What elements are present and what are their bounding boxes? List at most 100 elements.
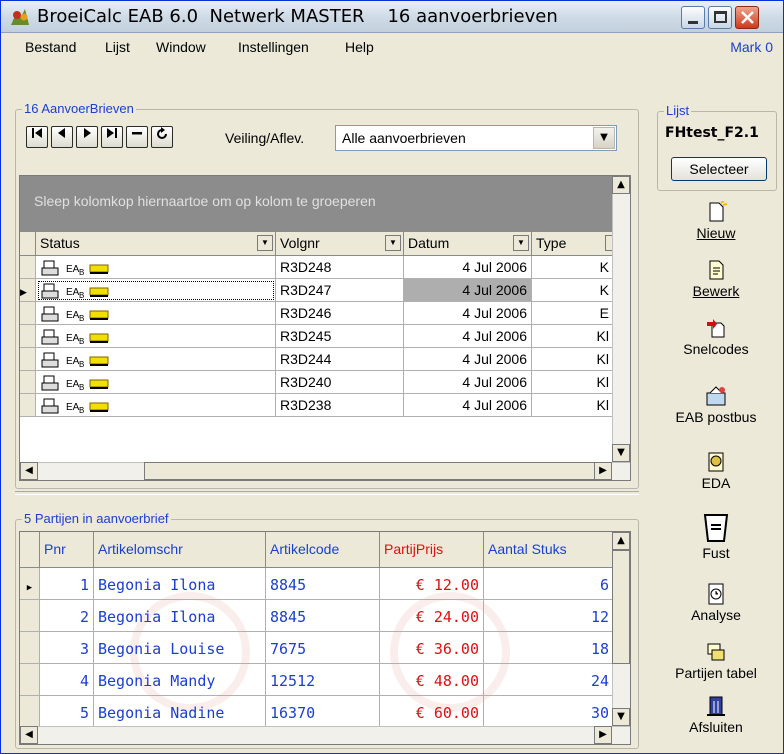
row-selector[interactable] <box>20 632 40 664</box>
column-header-datum[interactable]: Datum ▼ <box>404 232 532 256</box>
table-row[interactable]: EA B R3D248 4 Jul 2006 K <box>20 256 614 279</box>
eda-label: EDA <box>701 475 731 491</box>
menu-window[interactable]: Window <box>156 39 206 55</box>
vertical-scrollbar[interactable]: ▲ ▼ <box>612 176 630 462</box>
row-selector[interactable] <box>20 325 36 348</box>
row-selector[interactable] <box>20 696 40 728</box>
column-header-artikelcode[interactable]: Artikelcode <box>266 532 380 568</box>
title-bar[interactable]: BroeiCalc EAB 6.0 Netwerk MASTER 16 aanv… <box>1 1 783 33</box>
column-header-status[interactable]: Status ▼ <box>36 232 276 256</box>
column-header-artikelomschr[interactable]: Artikelomschr <box>94 532 266 568</box>
table-row[interactable]: 5 Begonia Nadine 16370 € 60.00 30 <box>20 696 614 728</box>
table-row[interactable]: ▶ 1 Begonia Ilona 8845 € 12.00 6 <box>20 568 614 600</box>
horizontal-scrollbar[interactable]: ◀ ▶ <box>20 462 630 480</box>
splitter[interactable] <box>15 491 639 495</box>
column-header-pnr[interactable]: Pnr <box>40 532 94 568</box>
table-row[interactable]: EA B R3D245 4 Jul 2006 Kl <box>20 325 614 348</box>
next-record-button[interactable] <box>76 126 98 148</box>
column-header-volgnr[interactable]: Volgnr ▼ <box>276 232 404 256</box>
nieuw-button[interactable]: Nieuw <box>661 201 771 241</box>
svg-text:EA: EA <box>66 310 80 321</box>
snelcodes-button[interactable]: Snelcodes <box>661 317 771 357</box>
row-selector[interactable] <box>20 302 36 325</box>
type-cell: Kl <box>532 325 614 348</box>
table-row[interactable]: 3 Begonia Louise 7675 € 36.00 18 <box>20 632 614 664</box>
scroll-thumb[interactable] <box>144 462 604 480</box>
scroll-right-icon[interactable]: ▶ <box>594 726 612 744</box>
row-selector[interactable] <box>20 664 40 696</box>
fust-label: Fust <box>702 545 730 561</box>
close-button[interactable] <box>735 6 759 29</box>
horizontal-scrollbar[interactable]: ◀ ▶ <box>20 726 630 744</box>
table-row[interactable]: EA B R3D246 4 Jul 2006 E <box>20 302 614 325</box>
last-record-button[interactable] <box>101 126 123 148</box>
scroll-up-icon[interactable]: ▲ <box>612 532 630 550</box>
chevron-down-icon[interactable]: ▼ <box>593 127 615 149</box>
afsluiten-button[interactable]: Afsluiten <box>661 695 771 735</box>
row-selector[interactable]: ▶ <box>20 568 40 600</box>
column-header-aantal-stuks[interactable]: Aantal Stuks <box>484 532 614 568</box>
table-row[interactable]: ▶ EA B R3D247 4 Jul 2006 K <box>20 279 614 302</box>
svg-text:B: B <box>79 360 84 369</box>
filter-dropdown-icon[interactable]: ▼ <box>257 235 273 251</box>
filter-dropdown-icon[interactable]: ▼ <box>513 235 529 251</box>
row-selector[interactable] <box>20 600 40 632</box>
scroll-up-icon[interactable]: ▲ <box>612 176 630 194</box>
bewerk-button[interactable]: Bewerk <box>661 259 771 299</box>
table-row[interactable]: 2 Begonia Ilona 8845 € 24.00 12 <box>20 600 614 632</box>
row-selector[interactable] <box>20 394 36 417</box>
menu-bestand[interactable]: Bestand <box>25 39 76 55</box>
status-icons: EA B <box>41 329 109 346</box>
scroll-left-icon[interactable]: ◀ <box>20 726 38 744</box>
svg-text:B: B <box>79 406 84 415</box>
eda-button[interactable]: EDA <box>661 451 771 491</box>
scroll-thumb[interactable] <box>612 550 630 664</box>
table-row[interactable]: EA B R3D240 4 Jul 2006 Kl <box>20 371 614 394</box>
column-header-partijprijs[interactable]: PartijPrijs <box>380 532 484 568</box>
row-selector[interactable] <box>20 348 36 371</box>
svg-text:EA: EA <box>66 287 80 298</box>
scroll-left-icon[interactable]: ◀ <box>20 462 38 480</box>
minimize-button[interactable] <box>681 6 705 29</box>
refresh-button[interactable] <box>151 126 173 148</box>
svg-text:B: B <box>79 314 84 323</box>
row-selector[interactable] <box>20 371 36 394</box>
table-row[interactable]: EA B R3D238 4 Jul 2006 Kl <box>20 394 614 417</box>
partijen-tabel-label: Partijen tabel <box>675 665 757 681</box>
volgnr-cell: R3D245 <box>276 325 404 348</box>
scroll-down-icon[interactable]: ▼ <box>612 444 630 462</box>
selecteer-button[interactable]: Selecteer <box>671 157 767 181</box>
close-icon <box>741 11 754 24</box>
menu-instellingen[interactable]: Instellingen <box>238 39 309 55</box>
clock-report-icon <box>708 583 724 605</box>
scroll-down-icon[interactable]: ▼ <box>612 708 630 726</box>
table-row[interactable]: 4 Begonia Mandy 12512 € 48.00 24 <box>20 664 614 696</box>
filter-dropdown-icon[interactable]: ▼ <box>385 235 401 251</box>
menu-lijst[interactable]: Lijst <box>105 39 130 55</box>
table-row[interactable]: EA B R3D244 4 Jul 2006 Kl <box>20 348 614 371</box>
group-by-area[interactable]: Sleep kolomkop hiernaartoe om op kolom t… <box>20 176 612 232</box>
minus-icon <box>132 132 142 135</box>
volgnr-cell: R3D246 <box>276 302 404 325</box>
veiling-select[interactable]: Alle aanvoerbrieven ▼ <box>335 125 617 151</box>
eab-postbus-button[interactable]: EAB postbus <box>661 385 771 425</box>
volgnr-cell: R3D248 <box>276 256 404 279</box>
scroll-right-icon[interactable]: ▶ <box>594 462 612 480</box>
analyse-button[interactable]: Analyse <box>661 583 771 623</box>
bewerk-label: Bewerk <box>692 283 740 299</box>
menu-help[interactable]: Help <box>345 39 374 55</box>
fust-button[interactable]: Fust <box>661 511 771 561</box>
maximize-button[interactable] <box>708 6 732 29</box>
first-record-button[interactable] <box>26 126 48 148</box>
row-selector[interactable] <box>20 256 36 279</box>
pnr-cell: 2 <box>40 600 94 632</box>
svg-text:EA: EA <box>66 264 80 275</box>
delete-record-button[interactable] <box>126 126 148 148</box>
previous-record-button[interactable] <box>51 126 73 148</box>
partijen-tabel-button[interactable]: Partijen tabel <box>661 641 771 681</box>
aantal-stuks-cell: 24 <box>484 664 614 696</box>
aanvoerbrieven-grid: Sleep kolomkop hiernaartoe om op kolom t… <box>19 175 631 481</box>
vertical-scrollbar[interactable]: ▲ ▼ <box>612 532 630 726</box>
row-selector[interactable]: ▶ <box>20 279 36 302</box>
column-header-type[interactable]: Type <box>532 232 614 256</box>
